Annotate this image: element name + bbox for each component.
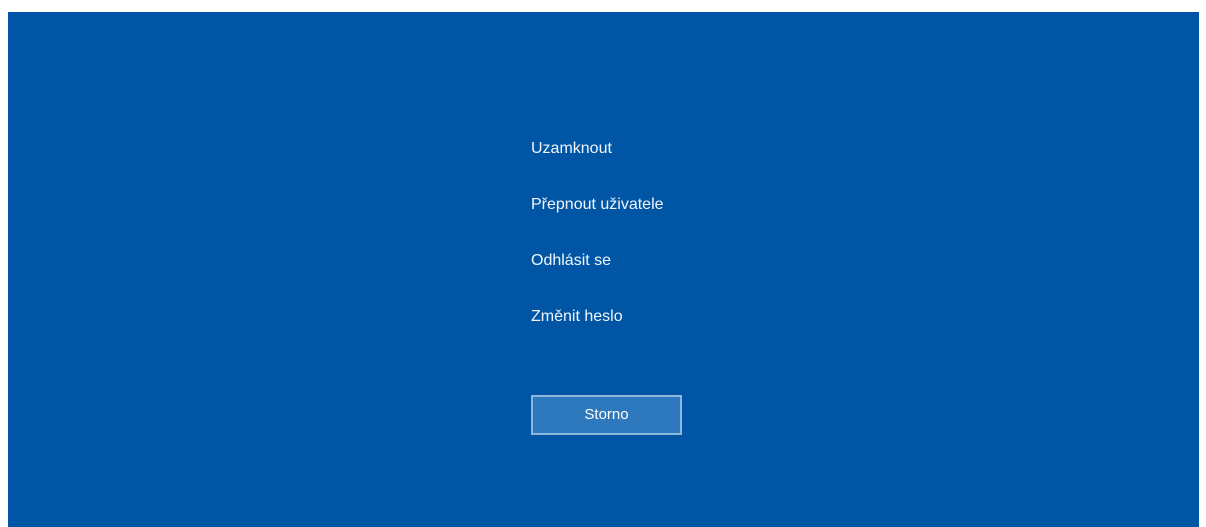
cancel-button[interactable]: Storno — [531, 395, 682, 435]
sign-out-option[interactable]: Odhlásit se — [531, 248, 664, 304]
security-options-screen: Uzamknout Přepnout uživatele Odhlásit se… — [8, 12, 1199, 527]
security-options-menu: Uzamknout Přepnout uživatele Odhlásit se… — [531, 136, 664, 360]
change-password-option[interactable]: Změnit heslo — [531, 304, 664, 360]
lock-option[interactable]: Uzamknout — [531, 136, 664, 192]
switch-user-option[interactable]: Přepnout uživatele — [531, 192, 664, 248]
